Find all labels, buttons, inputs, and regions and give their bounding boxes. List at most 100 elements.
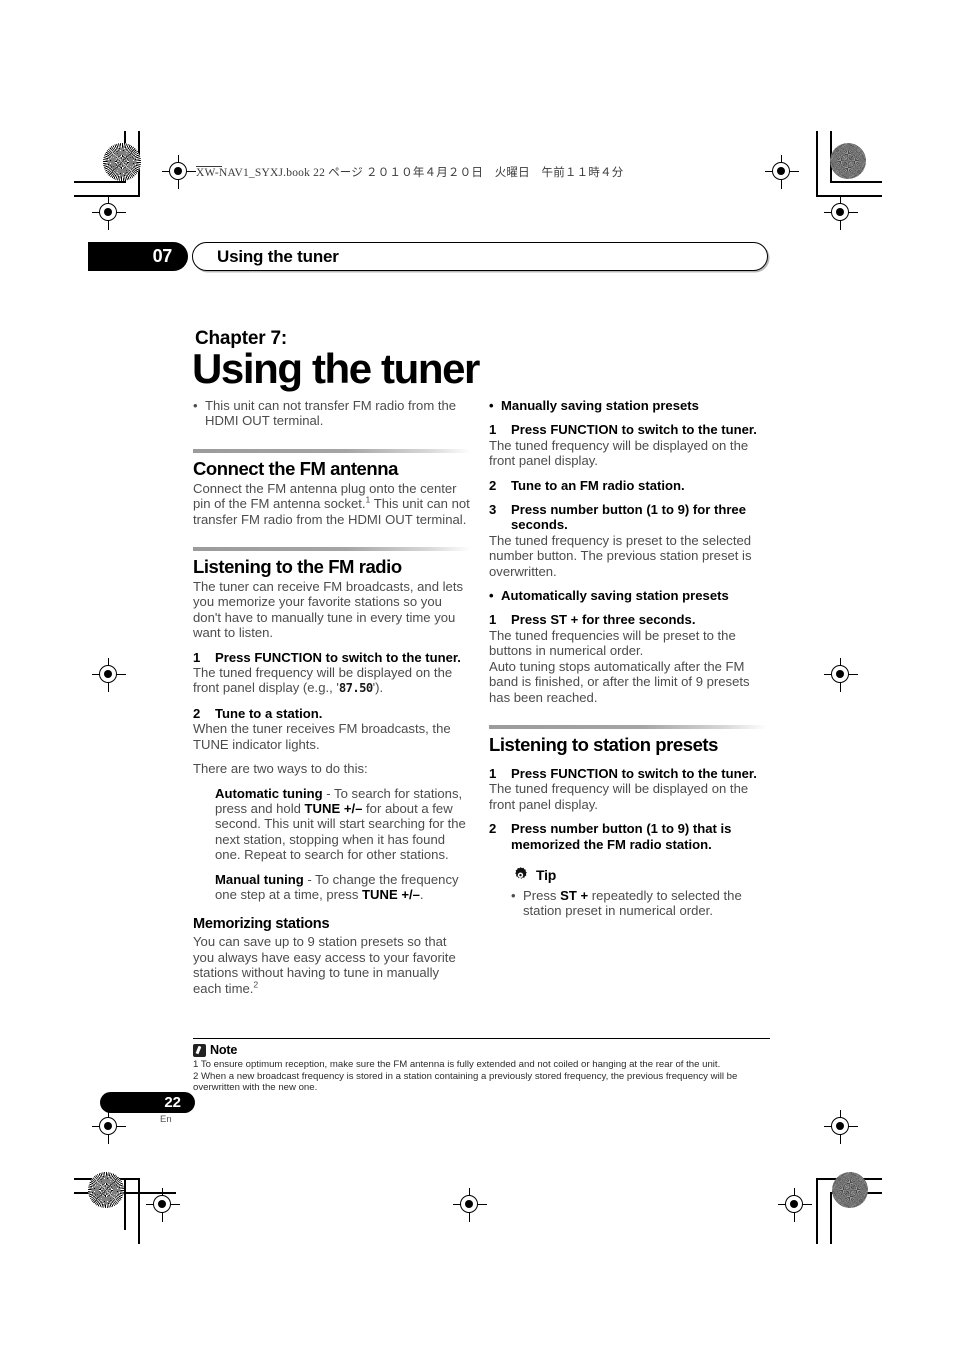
tune-key-label: TUNE +/–: [304, 800, 363, 816]
chapter-running-head: 07 Using the tuner: [88, 242, 768, 271]
step-number: 1: [489, 422, 497, 438]
step-auto-presets-1-body-2: Auto tuning stops automatically after th…: [489, 658, 750, 705]
tip-key-label: ST +: [560, 887, 589, 903]
intro-bullet: • This unit can not transfer FM radio fr…: [193, 398, 471, 429]
step-listening-presets-2: 2 Press number button (1 to 9) that is m…: [489, 821, 767, 852]
registration-mark-lower-right: [824, 1110, 858, 1144]
manual-tuning-body-2: .: [419, 886, 424, 902]
tip-bullet-pre: Press: [523, 887, 561, 903]
step-listening-fm-2: 2 Tune to a station.: [193, 706, 471, 721]
heading-memorizing-stations: Memorizing stations: [193, 916, 330, 933]
step-listening-presets-1-body: The tuned frequency will be displayed on…: [489, 781, 749, 812]
step-listening-presets-1: 1 Press FUNCTION to switch to the tuner.: [489, 766, 767, 781]
gear-icon: [515, 867, 527, 879]
step-manual-presets-1: 1 Press FUNCTION to switch to the tuner.: [489, 422, 767, 437]
document-page: XW-NAV1_SYXJ.book 22 ページ ２０１０年４月２０日 火曜日 …: [0, 0, 954, 1350]
frequency-display-value: 87.50: [338, 681, 373, 696]
section-rule-connect-antenna: [193, 448, 471, 453]
tip-label: Tip: [536, 866, 557, 883]
registration-mark-lower-left: [92, 1110, 126, 1144]
chapter-title-banner: Using the tuner: [192, 242, 768, 271]
step-listening-fm-1: 1 Press FUNCTION to switch to the tuner.: [193, 650, 471, 665]
rosette-mark-bottom-left: [88, 1172, 124, 1208]
crop-mark-bl-v: [138, 1178, 140, 1244]
rosette-mark-top-right: [830, 143, 866, 179]
crop-mark-tr-v: [816, 131, 818, 197]
intro-bullet-text: This unit can not transfer FM radio from…: [205, 398, 457, 429]
registration-mark-mid-right: [824, 658, 858, 692]
page-title: Using the tuner: [192, 345, 480, 392]
book-source-header: XW-NAV1_SYXJ.book 22 ページ ２０１０年４月２０日 火曜日 …: [196, 164, 623, 180]
bullet-glyph: •: [489, 398, 494, 413]
memorizing-stations-body: You can save up to 9 station presets so …: [193, 934, 471, 996]
chapter-number-text: 07: [152, 246, 173, 266]
tip-header: Tip: [511, 866, 767, 885]
right-column: • Manually saving station presets 1 Pres…: [489, 398, 767, 919]
note-block: Note 1 To ensure optimum reception, make…: [193, 1043, 773, 1094]
step-title: Press FUNCTION to switch to the tuner.: [511, 765, 757, 781]
footnote-ref-2: 2: [253, 979, 259, 990]
step-manual-presets-3: 3 Press number button (1 to 9) for three…: [489, 502, 767, 533]
page-number-text: 22: [164, 1094, 181, 1111]
registration-mark-top-right: [765, 155, 799, 189]
registration-mark-bottom-center: [453, 1188, 487, 1222]
page-language-code: En: [160, 1114, 172, 1125]
step1-body-post: ').: [372, 680, 384, 696]
registration-mark-bottom-left: [146, 1188, 180, 1222]
step-title: Tune to a station.: [215, 705, 323, 721]
note-label: Note: [210, 1043, 238, 1057]
crop-mark-bl3-v: [124, 1178, 126, 1230]
note-pencil-icon: [193, 1043, 206, 1057]
tip-block: Tip • Press ST + repeatedly to selected …: [489, 866, 767, 919]
step-title: Tune to an FM radio station.: [511, 477, 685, 493]
memorizing-body-text: You can save up to 9 station presets so …: [193, 934, 456, 996]
step-listening-fm-1-body: The tuned frequency will be displayed on…: [193, 665, 471, 697]
bullet-auto-presets-text: Automatically saving station presets: [501, 588, 729, 604]
step-manual-presets-3-body: The tuned frequency is preset to the sel…: [489, 532, 752, 579]
step-number: 2: [489, 477, 497, 493]
heading-listening-presets: Listening to station presets: [489, 733, 718, 755]
note-header: Note: [193, 1043, 773, 1057]
bullet-manual-presets-text: Manually saving station presets: [501, 398, 699, 413]
registration-mark-bottom-right: [778, 1188, 812, 1222]
step-number: 1: [489, 612, 497, 628]
step1-body-pre: The tuned frequency will be displayed on…: [193, 665, 453, 696]
chapter-title-banner-text: Using the tuner: [217, 247, 339, 266]
step-listening-fm-2-body: When the tuner receives FM broadcasts, t…: [193, 721, 451, 752]
chapter-number-badge: 07: [88, 242, 188, 271]
step-number: 2: [193, 705, 201, 721]
bullet-manual-presets: • Manually saving station presets: [489, 398, 767, 413]
step-manual-presets-2: 2 Tune to an FM radio station.: [489, 478, 767, 493]
step-manual-presets-1-body: The tuned frequency will be displayed on…: [489, 437, 749, 469]
step-title: Press number button (1 to 9) for three s…: [511, 502, 746, 533]
bullet-glyph: •: [193, 398, 198, 413]
rosette-mark-bottom-right: [832, 1172, 868, 1208]
connect-antenna-body: Connect the FM antenna plug onto the cen…: [193, 481, 471, 527]
listening-fm-intro: The tuner can receive FM broadcasts, and…: [193, 579, 464, 641]
crop-mark-tl2-h: [74, 181, 126, 183]
book-header-text: XW-NAV1_SYXJ.book 22 ページ ２０１０年４月２０日 火曜日 …: [196, 167, 624, 179]
registration-mark-mid-left: [92, 658, 126, 692]
note-item: 1 To ensure optimum reception, make sure…: [193, 1059, 721, 1070]
step-number: 1: [489, 765, 497, 781]
step-auto-presets-1: 1 Press ST + for three seconds.: [489, 612, 767, 627]
tuning-ways-intro: There are two ways to do this:: [193, 761, 368, 777]
registration-mark-upper-left: [92, 196, 126, 230]
registration-mark-top-left: [162, 155, 196, 189]
automatic-tuning-paragraph: Automatic tuning - To search for station…: [193, 786, 471, 863]
section-rule-listening-fm: [193, 547, 471, 552]
tune-key-label: TUNE +/–: [362, 886, 420, 902]
tip-bullet: • Press ST + repeatedly to selected the …: [511, 888, 767, 919]
automatic-tuning-label: Automatic tuning: [215, 785, 323, 801]
rosette-mark-top-left: [103, 143, 141, 181]
heading-listening-fm: Listening to the FM radio: [193, 556, 402, 578]
heading-connect-antenna: Connect the FM antenna: [193, 457, 398, 479]
manual-tuning-paragraph: Manual tuning - To change the frequency …: [193, 872, 471, 903]
bullet-glyph: •: [511, 887, 516, 903]
step-title: Press ST + for three seconds.: [511, 612, 696, 628]
footnote-separator: [193, 1038, 770, 1039]
section-rule-listening-presets: [489, 724, 767, 729]
step-title: Press number button (1 to 9) that is mem…: [511, 821, 732, 852]
step-number: 3: [489, 502, 497, 518]
crop-mark-br2-v: [830, 1192, 832, 1244]
